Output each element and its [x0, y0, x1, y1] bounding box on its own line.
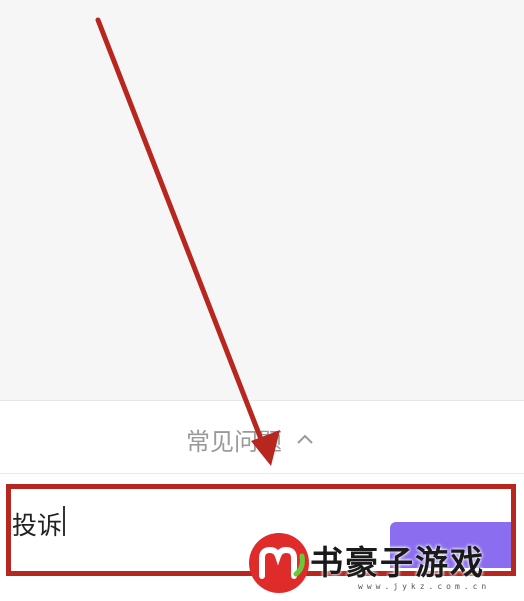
- faq-toggle[interactable]: 常见问题: [186, 419, 314, 459]
- content-area: [0, 0, 524, 400]
- message-text: 投诉: [12, 511, 63, 540]
- send-button[interactable]: [390, 522, 514, 568]
- chevron-up-icon: [297, 434, 313, 444]
- faq-bar: 常见问题: [0, 400, 524, 474]
- text-caret: [63, 506, 66, 536]
- faq-label: 常见问题: [186, 427, 282, 456]
- input-bar: 投诉: [0, 474, 524, 601]
